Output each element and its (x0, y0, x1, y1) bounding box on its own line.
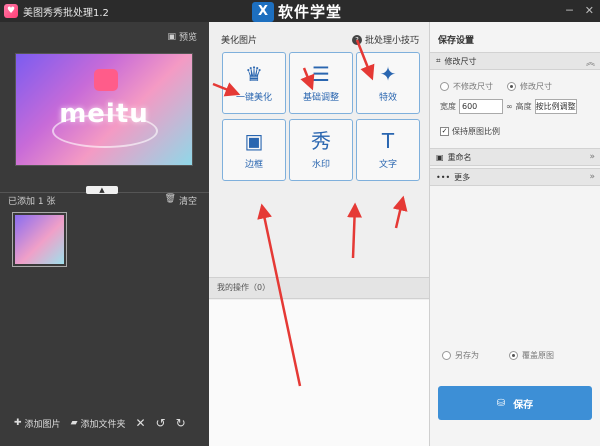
preview-button[interactable]: ▣ 预览 (167, 30, 197, 44)
effects-button[interactable]: ✦ 特效 (356, 52, 420, 114)
title-bar: ♥ 美图秀秀批处理1.2 X 软件学堂 ─ ✕ (0, 0, 600, 22)
keep-ratio-checkbox[interactable]: ✓ 保持原图比例 (440, 126, 500, 137)
magic-wand-icon: ✦ (379, 61, 397, 86)
expand-icon: » (589, 152, 595, 162)
frame-icon: ▣ (244, 128, 264, 153)
overwrite-radio[interactable]: 覆盖原图 (509, 350, 554, 361)
border-button[interactable]: ▣ 边框 (222, 119, 286, 181)
beautify-panel: 美化图片 ? 批处理小技巧 ♛ 一键美化 ☰ 基础调整 ✦ 特效 ▣ 边框 秀 … (209, 22, 429, 446)
radio-dot (440, 82, 449, 91)
window-title: 美图秀秀批处理1.2 (23, 7, 109, 19)
tulip-icon: ♛ (245, 61, 263, 86)
trash-icon: 🗑 (164, 194, 176, 204)
tips-label: 批处理小技巧 (364, 36, 419, 46)
collapse-handle[interactable]: ▲ (86, 186, 118, 194)
save-icon: ⛁ (496, 397, 506, 409)
resize-radio[interactable]: 修改尺寸 (507, 81, 552, 92)
question-icon: ? (351, 34, 362, 45)
overwrite-label: 覆盖原图 (522, 351, 554, 360)
resize-section-label: 修改尺寸 (444, 56, 477, 66)
watermark-button[interactable]: 秀 水印 (289, 119, 353, 181)
text-icon: T (381, 128, 395, 153)
clear-label: 清空 (178, 197, 197, 207)
rotate-right-icon[interactable]: ↻ (176, 416, 186, 430)
tile-label: 水印 (311, 159, 330, 170)
rename-label: 重命名 (447, 152, 472, 162)
radio-dot-selected (509, 351, 518, 360)
beautify-heading: 美化图片 (221, 36, 258, 46)
watermark-icon: 秀 (311, 128, 331, 153)
basic-adjust-button[interactable]: ☰ 基础调整 (289, 52, 353, 114)
save-label: 保存 (513, 399, 534, 411)
more-icon: ••• (436, 172, 451, 182)
delete-icon[interactable]: ✕ (136, 416, 146, 430)
preview-icon: ▣ (167, 31, 176, 42)
more-section-header[interactable]: ••• 更多 » (430, 168, 600, 186)
save-as-radio[interactable]: 另存为 (442, 350, 479, 361)
brand-text: 软件学堂 (278, 3, 343, 21)
tile-label: 边框 (244, 159, 263, 170)
plus-icon: ✚ (14, 418, 22, 428)
app-logo-icon: ♥ (4, 4, 18, 18)
save-button[interactable]: ⛁ 保存 (438, 386, 592, 420)
save-as-label: 另存为 (455, 351, 479, 360)
width-label: 宽度 (440, 102, 456, 111)
tile-label: 文字 (378, 159, 397, 170)
close-button[interactable]: ✕ (585, 4, 594, 17)
add-folder-label: 添加文件夹 (80, 419, 126, 430)
clear-button[interactable]: 🗑 清空 (165, 194, 197, 207)
add-image-label: 添加图片 (24, 419, 61, 430)
add-folder-button[interactable]: ▰ 添加文件夹 (71, 417, 126, 430)
height-label: 高度 (515, 102, 532, 111)
text-button[interactable]: T 文字 (356, 119, 420, 181)
left-toolbar: ✚ 添加图片 ▰ 添加文件夹 ✕ ↺ ↻ (0, 400, 209, 446)
preview-image: meitu (15, 53, 193, 166)
add-image-button[interactable]: ✚ 添加图片 (14, 417, 61, 430)
sliders-icon: ☰ (312, 61, 330, 86)
brand-watermark: X 软件学堂 (252, 1, 342, 22)
my-operations-header: 我的操作（0） (209, 277, 429, 299)
added-count: 已添加 1 张 (8, 197, 56, 207)
radio-dot (442, 351, 451, 360)
one-click-beautify-button[interactable]: ♛ 一键美化 (222, 52, 286, 114)
my-operations-list (209, 300, 429, 446)
save-settings-panel: 保存设置 ⌗ 修改尺寸 ︽ 不修改尺寸 修改尺寸 宽度 ∞ 高度 按比例调整 ✓… (429, 22, 600, 446)
width-input[interactable] (459, 99, 503, 114)
no-resize-radio[interactable]: 不修改尺寸 (440, 81, 493, 92)
crop-icon: ⌗ (436, 56, 441, 65)
resize-section-header[interactable]: ⌗ 修改尺寸 ︽ (430, 52, 600, 70)
tips-link[interactable]: ? 批处理小技巧 (351, 33, 419, 46)
tile-label: 一键美化 (235, 92, 272, 103)
image-thumbnail[interactable] (12, 212, 67, 267)
brand-logo-icon: X (252, 1, 274, 22)
no-resize-label: 不修改尺寸 (453, 82, 493, 91)
keep-ratio-label: 保持原图比例 (452, 127, 500, 136)
link-icon: ∞ (506, 102, 513, 111)
rename-section-header[interactable]: ▣ 重命名 » (430, 148, 600, 166)
save-settings-title: 保存设置 (438, 36, 475, 46)
resize-label: 修改尺寸 (520, 82, 552, 91)
preview-label: 预览 (178, 33, 197, 43)
tile-label: 基础调整 (302, 92, 339, 103)
expand-icon: » (589, 172, 595, 182)
preview-app-icon (94, 69, 118, 91)
left-panel: ▣ 预览 meitu ▲ 已添加 1 张 🗑 清空 ✚ 添加图片 ▰ 添加文件夹… (0, 22, 209, 446)
folder-icon: ▰ (70, 418, 78, 428)
thumbnail-image (15, 215, 64, 264)
radio-dot-selected (507, 82, 516, 91)
checkbox-icon: ✓ (440, 127, 449, 136)
minimize-button[interactable]: ─ (566, 4, 573, 17)
collapse-icon: ︽ (585, 57, 595, 68)
rotate-left-icon[interactable]: ↺ (156, 416, 166, 430)
tile-label: 特效 (378, 92, 397, 103)
rename-icon: ▣ (436, 152, 444, 162)
more-label: 更多 (454, 172, 471, 182)
ratio-adjust-field[interactable]: 按比例调整 (534, 99, 577, 114)
preview-logo-art: meitu (59, 99, 149, 129)
